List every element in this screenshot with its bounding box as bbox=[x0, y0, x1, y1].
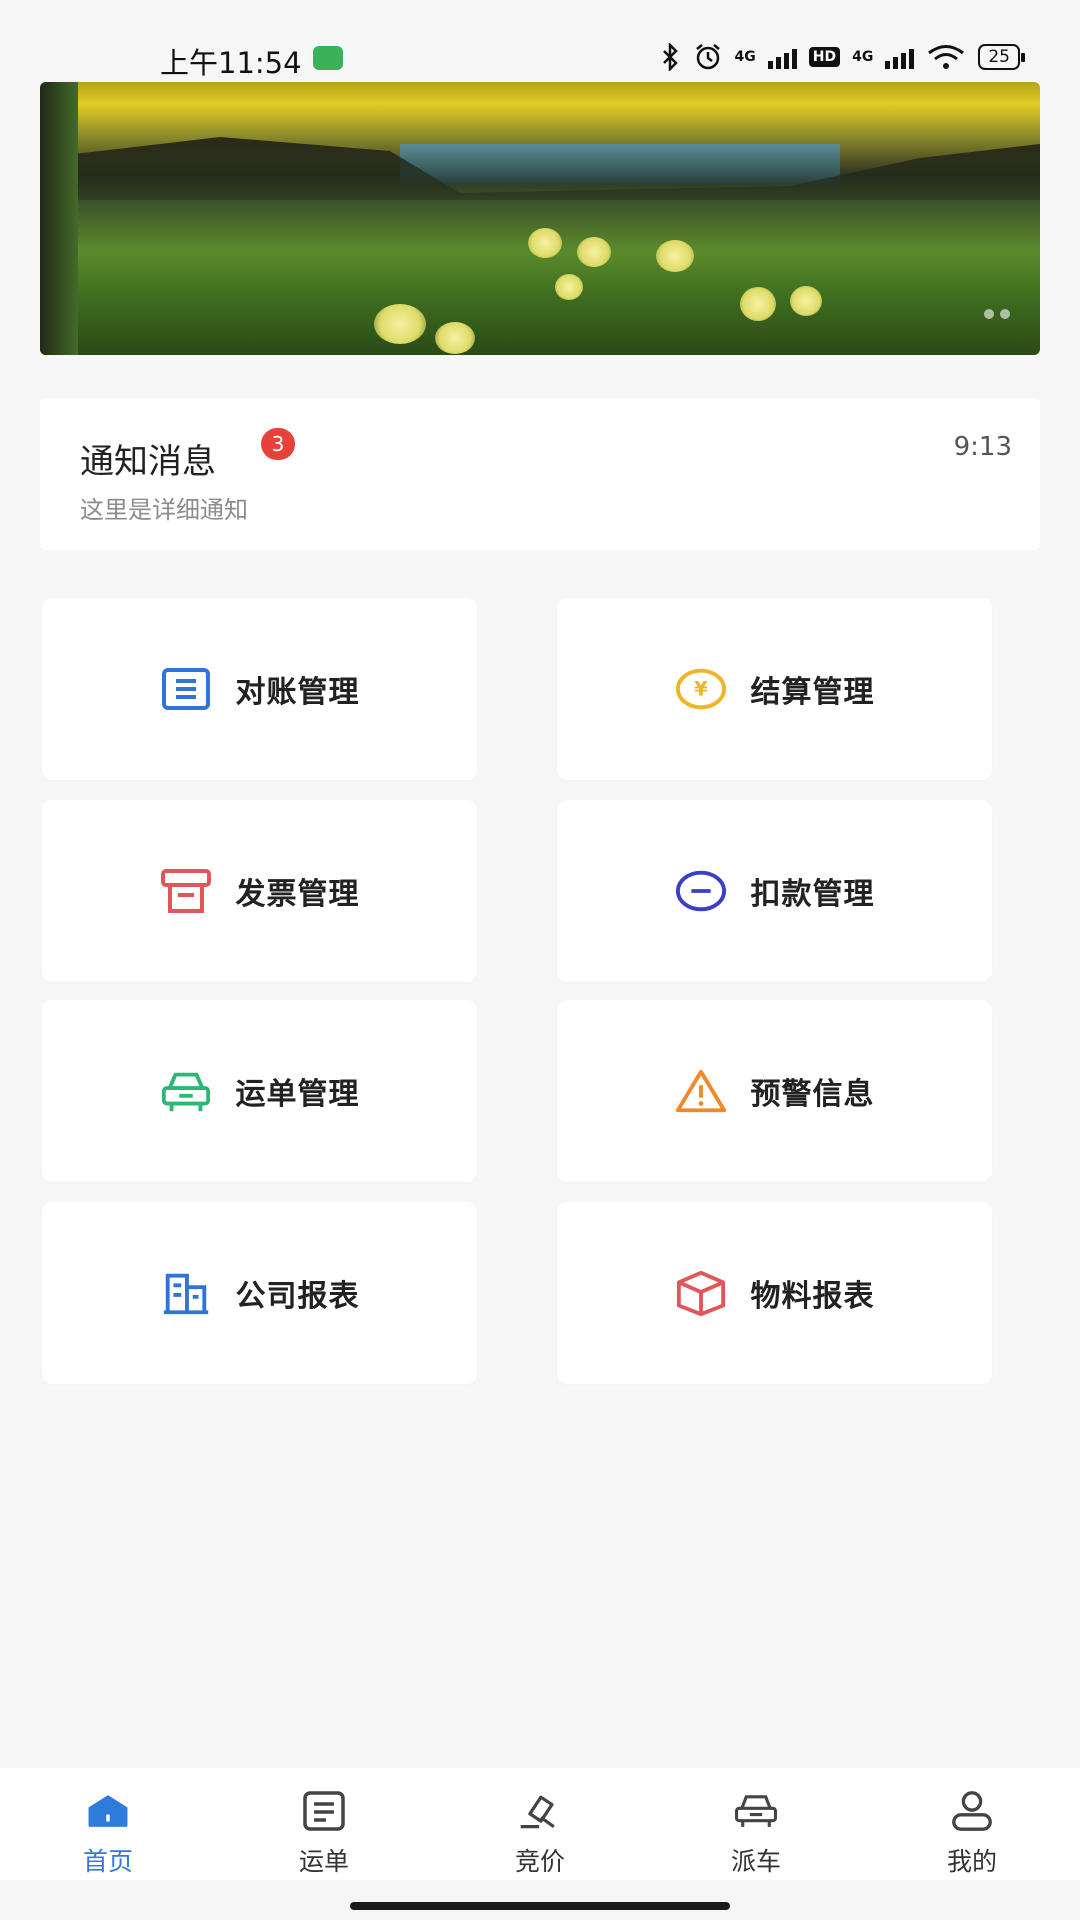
menu-tile-label: 运单管理 bbox=[235, 1077, 360, 1112]
menu-tile-label: 对账管理 bbox=[235, 675, 360, 710]
svg-text:¥: ¥ bbox=[694, 678, 708, 701]
menu-tile-label: 物料报表 bbox=[750, 1279, 875, 1314]
menu-tile-label: 公司报表 bbox=[235, 1279, 360, 1314]
menu-tile-invoice[interactable]: 发票管理 bbox=[42, 800, 477, 982]
tab-label: 首页 bbox=[82, 1847, 133, 1876]
alarm-icon bbox=[695, 44, 720, 70]
notification-time: 9:13 bbox=[953, 432, 1012, 462]
bottom-tab-bar: 首页 运单 竞价 派车 我的 bbox=[0, 1768, 1080, 1880]
status-icons: 4G HD 4G 25 bbox=[661, 42, 1025, 72]
tab-label: 派车 bbox=[730, 1847, 781, 1876]
banner-carousel[interactable] bbox=[40, 82, 1040, 355]
home-icon bbox=[85, 1788, 131, 1834]
document-icon bbox=[301, 1788, 347, 1834]
menu-tile-reconciliation[interactable]: 对账管理 bbox=[42, 598, 477, 780]
menu-tile-material-report[interactable]: 物料报表 bbox=[557, 1202, 992, 1384]
unread-badge: 3 bbox=[261, 428, 295, 460]
user-icon bbox=[949, 1788, 995, 1834]
menu-tile-warning[interactable]: 预警信息 bbox=[557, 1000, 992, 1182]
tab-waybill[interactable]: 运单 bbox=[216, 1768, 432, 1880]
warning-triangle-icon bbox=[675, 1065, 727, 1117]
menu-tile-label: 发票管理 bbox=[235, 877, 360, 912]
signal-icon-2 bbox=[885, 45, 915, 69]
tab-dispatch[interactable]: 派车 bbox=[648, 1768, 864, 1880]
status-bar: 上午11:54 4G HD 4G 25 bbox=[0, 0, 1080, 80]
building-icon bbox=[160, 1267, 212, 1319]
chat-notification-icon bbox=[313, 46, 343, 70]
menu-tile-deduction[interactable]: 扣款管理 bbox=[557, 800, 992, 982]
hd-badge: HD bbox=[808, 47, 841, 67]
notification-description: 这里是详细通知 bbox=[80, 496, 248, 524]
wifi-icon bbox=[928, 45, 965, 69]
tab-label: 运单 bbox=[298, 1847, 349, 1876]
menu-tile-settlement[interactable]: ¥ 结算管理 bbox=[557, 598, 992, 780]
status-time: 上午11:54 bbox=[160, 46, 302, 80]
carousel-indicator bbox=[984, 309, 1010, 319]
menu-tile-label: 结算管理 bbox=[750, 675, 875, 710]
battery-icon: 25 bbox=[978, 44, 1025, 70]
yen-coin-icon: ¥ bbox=[675, 663, 727, 715]
menu-tile-company-report[interactable]: 公司报表 bbox=[42, 1202, 477, 1384]
notification-card[interactable]: 通知消息 3 这里是详细通知 9:13 bbox=[40, 398, 1040, 550]
signal-icon-1 bbox=[767, 45, 797, 69]
tab-home[interactable]: 首页 bbox=[0, 1768, 216, 1880]
gavel-icon bbox=[517, 1788, 563, 1834]
minus-circle-icon bbox=[675, 865, 727, 917]
home-indicator bbox=[350, 1902, 730, 1910]
printer-icon bbox=[160, 865, 212, 917]
notification-title: 通知消息 bbox=[80, 442, 216, 482]
menu-tile-waybill[interactable]: 运单管理 bbox=[42, 1000, 477, 1182]
network-type-1: 4G bbox=[734, 49, 756, 65]
menu-tile-label: 扣款管理 bbox=[750, 877, 875, 912]
tab-label: 竞价 bbox=[514, 1847, 565, 1876]
car-icon bbox=[733, 1788, 779, 1834]
car-icon bbox=[160, 1065, 212, 1117]
tab-bidding[interactable]: 竞价 bbox=[432, 1768, 648, 1880]
list-doc-icon bbox=[160, 663, 212, 715]
tab-profile[interactable]: 我的 bbox=[864, 1768, 1080, 1880]
box-icon bbox=[675, 1267, 727, 1319]
bluetooth-icon bbox=[662, 43, 678, 71]
menu-tile-label: 预警信息 bbox=[750, 1077, 875, 1112]
network-type-2: 4G bbox=[852, 49, 874, 65]
tab-label: 我的 bbox=[946, 1847, 997, 1876]
